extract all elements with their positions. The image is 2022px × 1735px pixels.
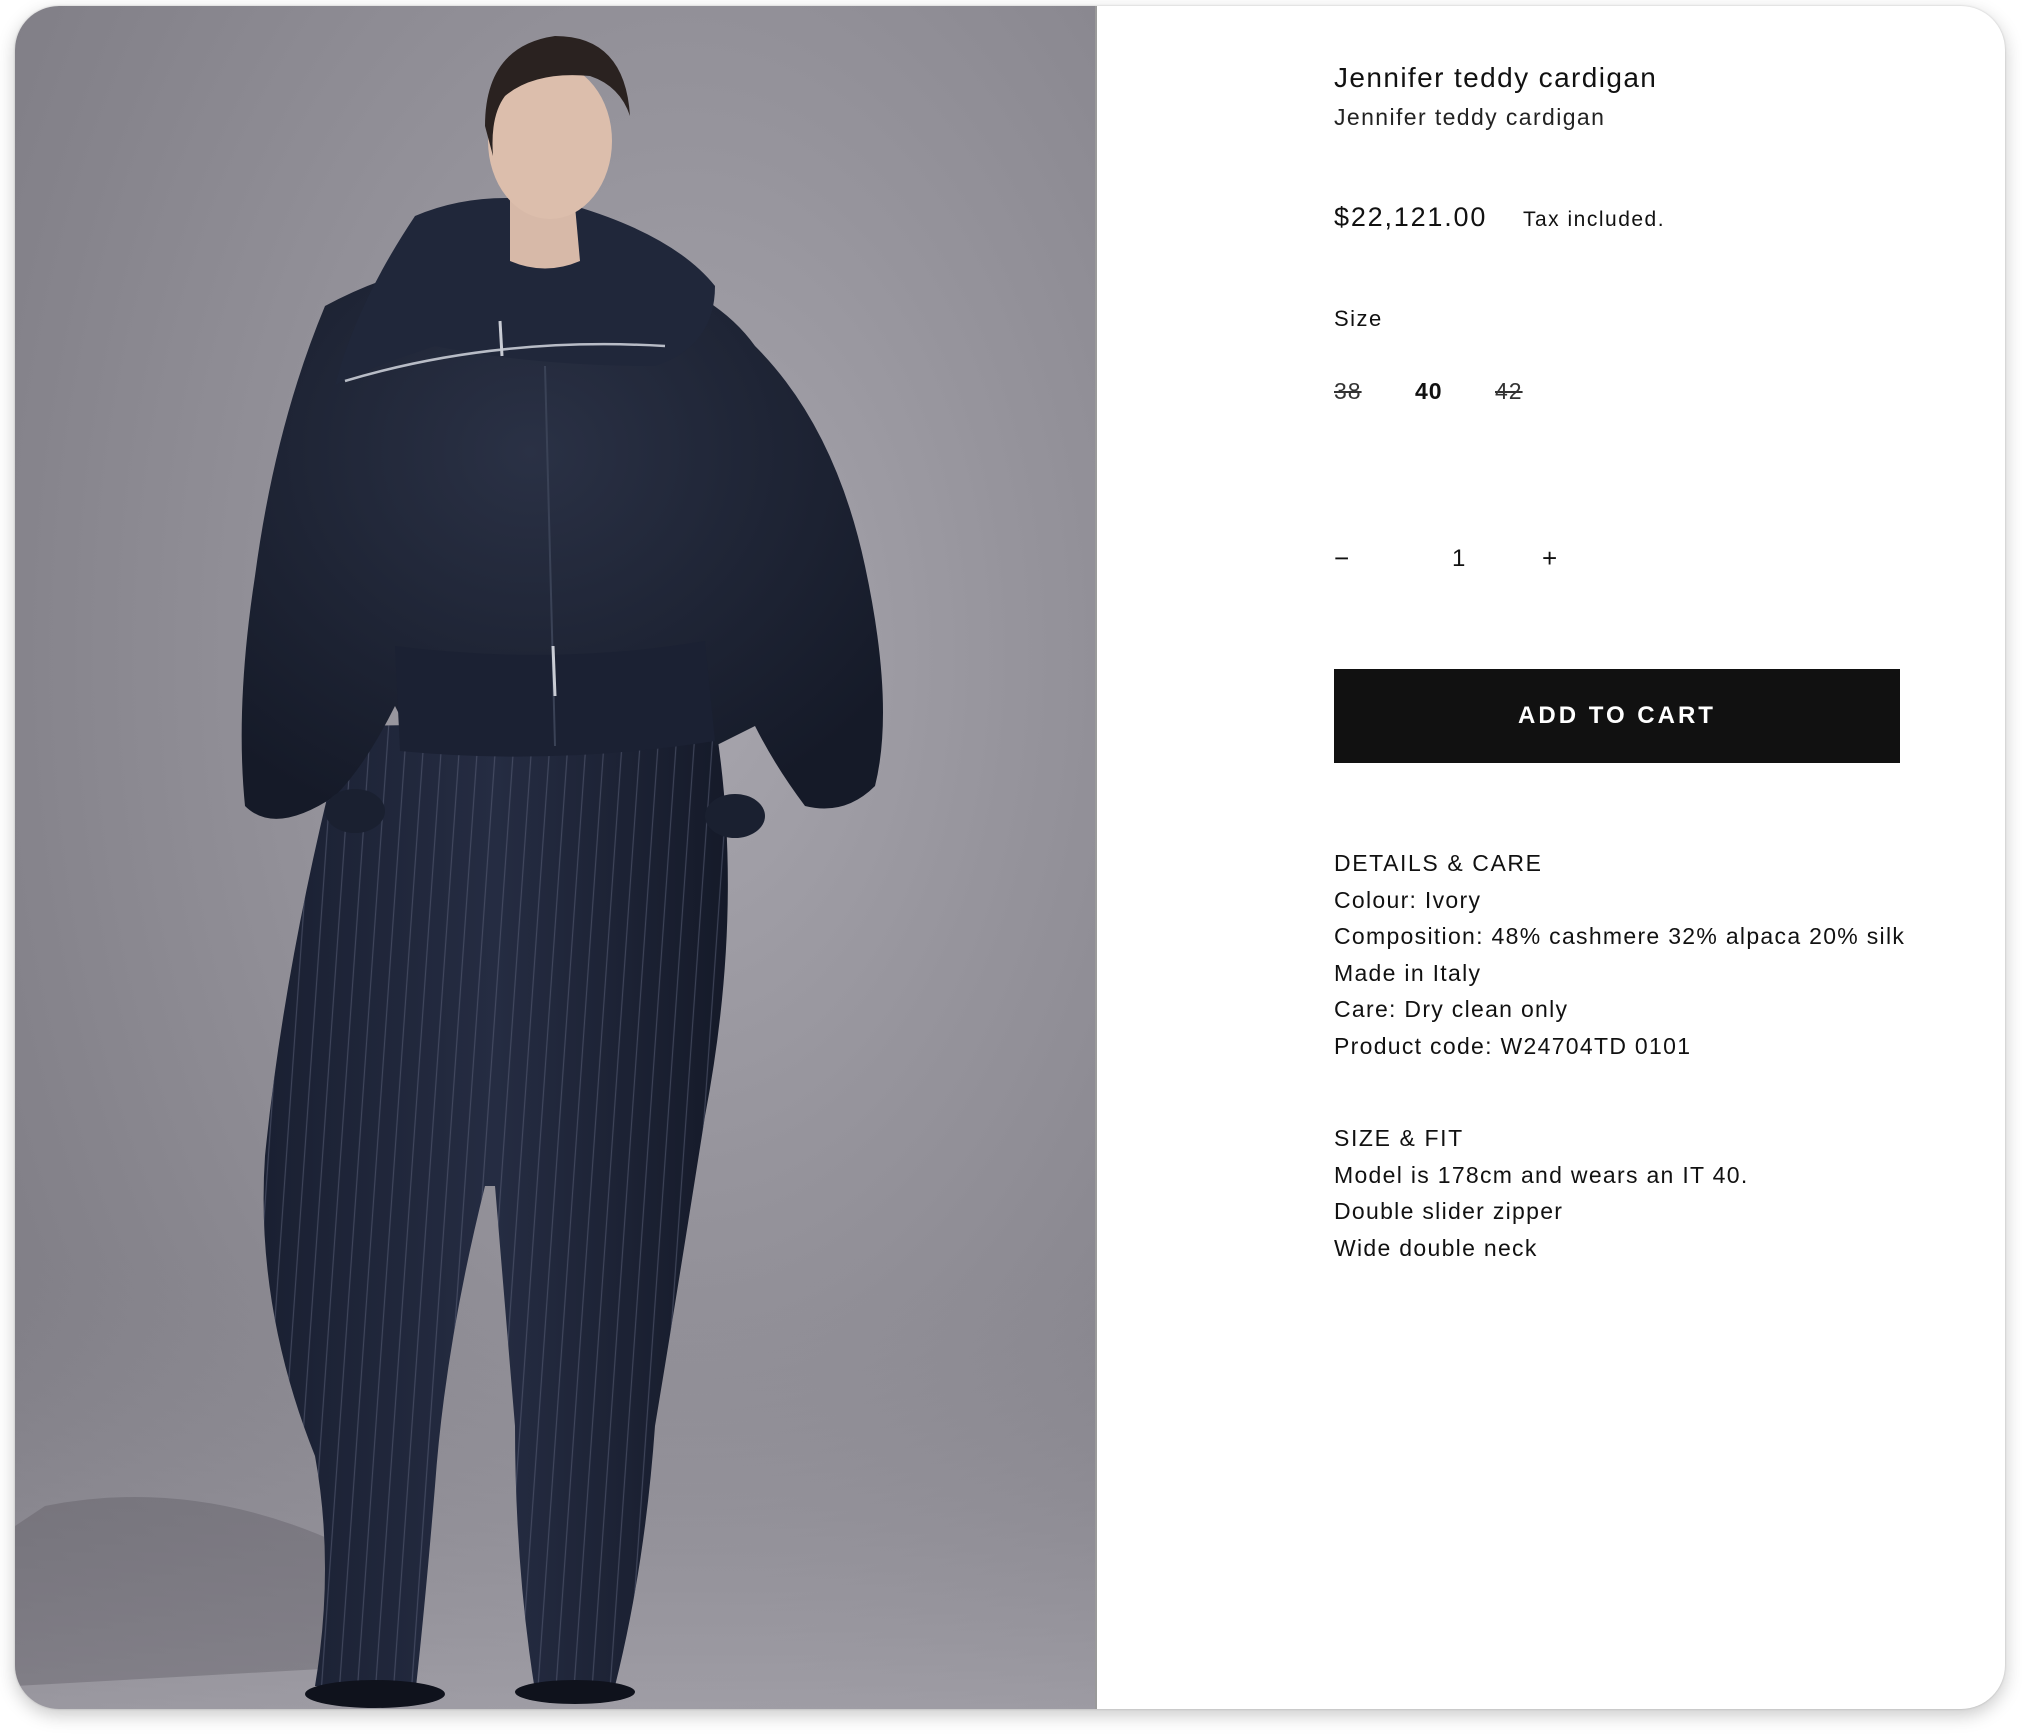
quantity-decrease-button[interactable]: − — [1334, 545, 1349, 571]
product-page-window: Jennifer teddy cardigan Jennifer teddy c… — [15, 6, 2005, 1709]
details-care-heading: DETAILS & CARE — [1334, 850, 1543, 876]
model-illustration — [15, 36, 1095, 1709]
size-option-42[interactable]: 42 — [1495, 378, 1523, 405]
size-fit-line: Model is 178cm and wears an IT 40. — [1334, 1161, 1749, 1188]
size-fit-line: Wide double neck — [1334, 1234, 1538, 1261]
product-subtitle: Jennifer teddy cardigan — [1334, 104, 1606, 130]
product-price: $22,121.00 — [1334, 202, 1488, 232]
panel-divider — [1095, 6, 1100, 1709]
quantity-increase-button[interactable]: + — [1542, 545, 1557, 571]
details-care-line: Composition: 48% cashmere 32% alpaca 20%… — [1334, 923, 1906, 949]
add-to-cart-button[interactable]: ADD TO CART — [1334, 669, 1900, 763]
size-option-40[interactable]: 40 — [1415, 378, 1443, 405]
tax-note: Tax included. — [1523, 208, 1666, 231]
details-care-line: Made in Italy — [1334, 959, 1482, 986]
product-photo — [15, 6, 1095, 1709]
product-title: Jennifer teddy cardigan — [1334, 62, 1658, 93]
size-fit-section: SIZE & FIT Model is 178cm and wears an I… — [1334, 1120, 1749, 1266]
size-option-38[interactable]: 38 — [1334, 378, 1362, 405]
details-care-line: Care: Dry clean only — [1334, 996, 1569, 1022]
details-care-line: Product code: W24704TD 0101 — [1334, 1032, 1692, 1059]
size-fit-line: Double slider zipper — [1334, 1198, 1564, 1224]
quantity-input[interactable]: 1 — [1452, 547, 1465, 571]
size-label: Size — [1334, 306, 1383, 331]
size-fit-heading: SIZE & FIT — [1334, 1125, 1464, 1151]
details-care-section: DETAILS & CARE Colour: Ivory Composition… — [1334, 845, 1905, 1064]
details-care-line: Colour: Ivory — [1334, 886, 1482, 913]
